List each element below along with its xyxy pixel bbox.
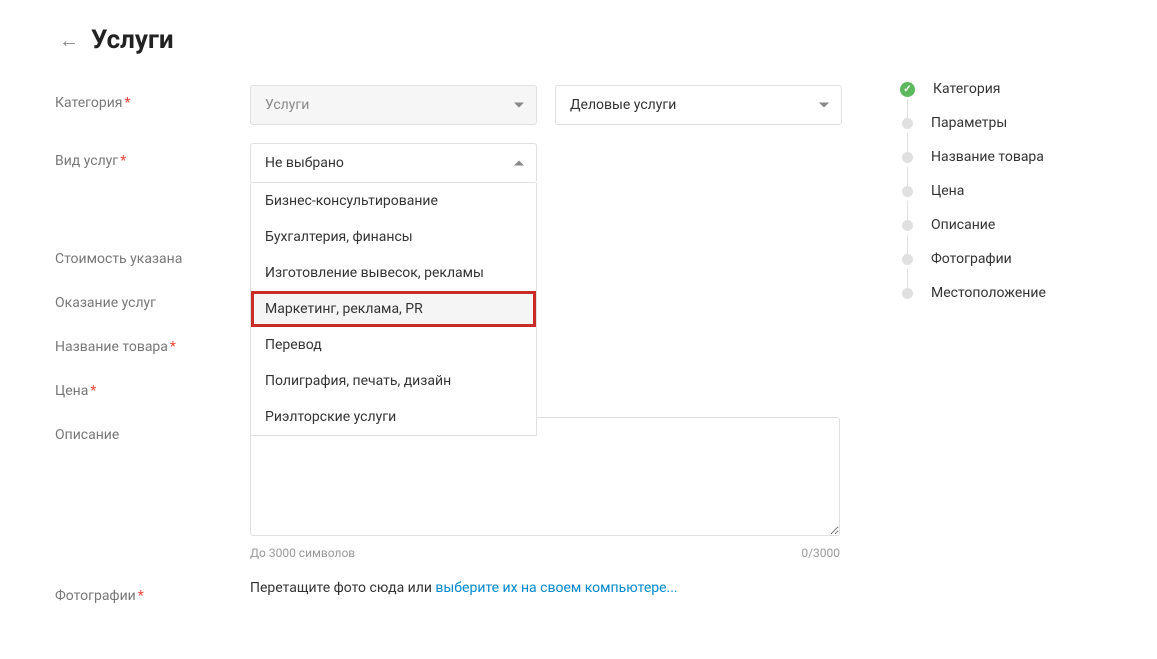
chevron-down-icon [514,103,524,108]
chevron-up-icon [514,161,524,166]
step-label: Цена [931,183,964,199]
step-label: Местоположение [931,285,1046,301]
steps-sidebar: Категория Параметры Название товара Цена Опи… [902,25,1102,622]
step-dot-icon [902,118,913,129]
dropdown-option[interactable]: Риэлторские услуги [251,399,536,435]
step-item[interactable]: Фотографии [902,251,1102,267]
step-item[interactable]: Название товара [902,149,1102,165]
step-dot-icon [902,152,913,163]
label-category: Категория* [55,85,250,111]
label-photos: Фотографии* [55,578,250,604]
dropdown-option[interactable]: Бизнес-консультирование [251,183,536,219]
step-item[interactable]: Цена [902,183,1102,199]
step-item[interactable]: Местоположение [902,285,1102,301]
step-dot-icon [902,288,913,299]
label-description: Описание [55,417,250,443]
step-label: Название товара [931,149,1044,165]
description-counter: 0/3000 [801,546,840,560]
page-title: Услуги [91,25,174,55]
service-type-select[interactable]: Не выбрано [250,143,537,183]
category-secondary-select[interactable]: Деловые услуги [555,85,842,125]
label-price-for: Стоимость указана [55,241,250,267]
dropdown-option[interactable]: Перевод [251,327,536,363]
step-item[interactable]: Категория [902,81,1102,97]
category-primary-select[interactable]: Услуги [250,85,537,125]
category-secondary-value: Деловые услуги [570,97,676,113]
step-label: Описание [931,217,995,233]
check-icon [900,82,915,97]
dropdown-option[interactable]: Полиграфия, печать, дизайн [251,363,536,399]
label-service-delivery: Оказание услуг [55,285,250,311]
photo-upload-text: Перетащите фото сюда или выберите их на … [250,578,862,596]
dropdown-option[interactable]: Бухгалтерия, финансы [251,219,536,255]
label-product-name: Название товара* [55,329,250,355]
chevron-down-icon [819,103,829,108]
step-dot-icon [902,186,913,197]
category-primary-value: Услуги [265,97,309,113]
dropdown-option[interactable]: Изготовление вывесок, рекламы [251,255,536,291]
step-dot-icon [902,254,913,265]
step-label: Категория [933,81,1000,97]
step-dot-icon [902,220,913,231]
step-label: Фотографии [931,251,1012,267]
step-item[interactable]: Параметры [902,115,1102,131]
step-label: Параметры [931,115,1007,131]
service-type-dropdown[interactable]: Бизнес-консультированиеБухгалтерия, фина… [250,183,537,436]
back-arrow-icon[interactable]: ← [59,30,79,50]
description-hint: До 3000 символов [250,546,355,560]
label-service-type: Вид услуг* [55,143,250,169]
label-price: Цена* [55,373,250,399]
service-type-value: Не выбрано [265,155,344,171]
dropdown-option[interactable]: Маркетинг, реклама, PR [251,291,536,327]
step-item[interactable]: Описание [902,217,1102,233]
photo-upload-link[interactable]: выберите их на своем компьютере... [435,580,677,596]
